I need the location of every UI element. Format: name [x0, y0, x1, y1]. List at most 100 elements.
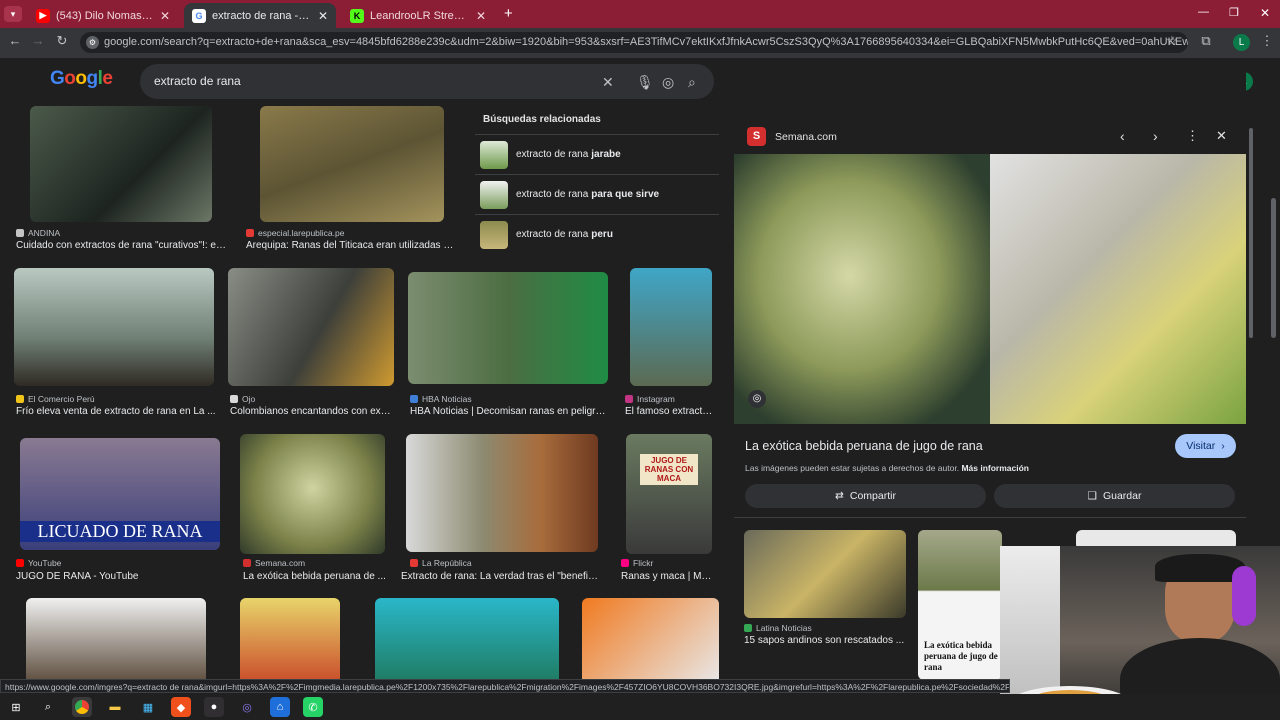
result-image-vendor[interactable] — [228, 268, 394, 386]
tab-youtube[interactable]: ▶ (543) Dilo Nomas - YouTube ✕ — [28, 3, 178, 28]
more-options-icon[interactable]: ⋮ — [1186, 128, 1199, 144]
browser-menu-icon[interactable]: ⋮ — [1257, 33, 1277, 49]
result-image-semana-frog[interactable] — [240, 434, 385, 554]
google-logo[interactable]: Google — [50, 68, 113, 90]
lens-search-icon[interactable]: ◎ — [748, 390, 766, 408]
panel-title[interactable]: La exótica bebida peruana de jugo de ran… — [745, 439, 983, 453]
tab-title: (543) Dilo Nomas - YouTube — [56, 9, 154, 22]
thumbnail-overlay-text: JUGO DE RANAS CON MACA — [640, 454, 698, 485]
file-explorer-icon[interactable]: ▬ — [105, 697, 125, 717]
related-thumbnail — [480, 220, 508, 249]
back-icon[interactable]: ← — [5, 33, 25, 48]
obs-icon[interactable]: ● — [204, 697, 224, 717]
result-image-republica[interactable] — [406, 434, 598, 552]
address-bar[interactable]: google.com/search?q=extracto+de+rana&sca… — [80, 32, 1188, 53]
search-input[interactable]: extracto de rana — [140, 64, 714, 99]
google-icon: G — [192, 8, 206, 23]
related-thumbnail — [480, 140, 508, 169]
result-image-frogs-tank[interactable] — [30, 106, 212, 222]
related-image-latina[interactable] — [744, 530, 906, 618]
save-button[interactable]: ❑ Guardar — [994, 484, 1235, 508]
result-caption[interactable]: Extracto de rana: La verdad tras el "ben… — [401, 571, 601, 582]
result-source: ANDINA — [16, 228, 60, 238]
result-source: HBA Noticias — [410, 394, 472, 404]
bookmark-star-icon[interactable]: ☆ — [1162, 33, 1182, 49]
more-info-link[interactable]: Más información — [961, 463, 1029, 473]
previous-icon[interactable]: ‹ — [1120, 128, 1125, 144]
forward-icon[interactable]: → — [28, 33, 48, 48]
result-source: El Comercio Perú — [16, 394, 95, 404]
calculator-icon[interactable]: ▦ — [138, 697, 158, 717]
brave-icon[interactable]: ◆ — [171, 697, 191, 717]
result-image-row4-2[interactable] — [240, 598, 340, 684]
site-info-icon[interactable]: ⚙ — [86, 36, 99, 49]
result-caption[interactable]: El famoso extracto... — [625, 406, 715, 417]
result-caption[interactable]: Frío eleva venta de extracto de rana en … — [16, 406, 216, 417]
share-button[interactable]: ⇄ Compartir — [745, 484, 986, 508]
result-image-flickr[interactable]: JUGO DE RANAS CON MACA — [626, 434, 712, 554]
close-icon[interactable]: ✕ — [160, 9, 170, 23]
profile-avatar[interactable]: L — [1233, 34, 1250, 51]
result-source: Instagram — [625, 394, 675, 404]
visit-button[interactable]: Visitar › — [1175, 434, 1236, 458]
windows-start-icon[interactable]: ⊞ — [6, 697, 26, 717]
app-blue-icon[interactable]: ⌂ — [270, 697, 290, 717]
related-item-para-que-sirve[interactable]: extracto de rana para que sirve — [475, 174, 719, 214]
tab-google-search[interactable]: G extracto de rana - Buscar con Google ✕ — [184, 3, 336, 28]
result-image-row4-1[interactable] — [26, 598, 206, 684]
clear-icon[interactable]: ✕ — [602, 74, 614, 91]
close-window-button[interactable]: ✕ — [1260, 6, 1270, 20]
related-thumbnail-text: La exótica bebida peruana de jugo de ran… — [924, 640, 998, 672]
result-image-row4-4[interactable] — [582, 598, 719, 684]
panel-source[interactable]: Semana.com — [775, 131, 837, 143]
result-image-row4-3[interactable] — [375, 598, 559, 684]
search-taskbar-icon[interactable]: ⌕ — [38, 697, 58, 717]
source-favicon-icon — [243, 559, 251, 567]
result-image-sign[interactable] — [408, 272, 608, 384]
new-tab-button[interactable]: + — [504, 5, 513, 22]
result-image-titicaca-frogs[interactable] — [260, 106, 444, 222]
restore-button[interactable]: ❐ — [1229, 6, 1239, 19]
minimize-button[interactable]: — — [1198, 6, 1209, 18]
related-heading: Búsquedas relacionadas — [483, 114, 601, 125]
related-item-jarabe[interactable]: extracto de rana jarabe — [475, 134, 719, 174]
search-icon[interactable]: ⌕ — [688, 74, 696, 91]
related-thumbnail — [480, 180, 508, 209]
whatsapp-icon[interactable]: ✆ — [303, 697, 323, 717]
extensions-icon[interactable]: ⧉ — [1196, 33, 1216, 49]
windows-taskbar: ⊞ ⌕ ▬ ▦ ◆ ● ◎ ⌂ ✆ — [0, 694, 1280, 720]
result-caption[interactable]: La exótica bebida peruana de ... — [243, 571, 388, 582]
result-caption[interactable]: Cuidado con extractos de rana "curativos… — [16, 240, 226, 251]
app-circle-icon[interactable]: ◎ — [237, 697, 257, 717]
result-image-aquarium[interactable] — [14, 268, 214, 386]
share-icon: ⇄ — [835, 490, 844, 502]
next-icon[interactable]: › — [1153, 128, 1158, 144]
tab-kick[interactable]: K LeandrooLR Stream - Watch Live ✕ — [342, 3, 494, 28]
preview-image[interactable]: ◎ — [734, 154, 1246, 424]
result-image-instagram-frog[interactable] — [630, 268, 712, 386]
result-caption[interactable]: Arequipa: Ranas del Titicaca eran utiliz… — [246, 240, 458, 251]
lens-icon[interactable]: ◎ — [662, 74, 674, 91]
result-caption[interactable]: Ranas y maca | Má... — [621, 571, 713, 582]
microphone-icon[interactable]: 🎙 — [636, 74, 654, 91]
close-panel-icon[interactable]: ✕ — [1216, 128, 1227, 144]
result-caption[interactable]: Colombianos encantandos con extr... — [230, 406, 392, 417]
result-caption[interactable]: JUGO DE RANA - YouTube — [16, 571, 216, 582]
tab-list-chevron-icon[interactable]: ▾ — [4, 6, 22, 22]
chrome-icon[interactable] — [72, 697, 92, 717]
result-source: Ojo — [230, 394, 255, 404]
related-image-semana[interactable]: La exótica bebida peruana de jugo de ran… — [918, 530, 1002, 680]
status-url: https://www.google.com/imgres?q=extracto… — [5, 682, 1010, 692]
close-icon[interactable]: ✕ — [476, 9, 486, 23]
reload-icon[interactable]: ↻ — [52, 33, 72, 49]
result-source: La República — [410, 558, 472, 568]
scrollbar[interactable] — [1271, 198, 1276, 338]
result-image-licuado[interactable]: LICUADO DE RANA — [20, 438, 220, 550]
close-icon[interactable]: ✕ — [318, 9, 328, 23]
result-caption[interactable]: HBA Noticias | Decomisan ranas en peligr… — [410, 406, 610, 417]
panel-scrollbar[interactable] — [1249, 128, 1253, 338]
related-item-peru[interactable]: extracto de rana peru — [475, 214, 719, 254]
related-source: Latina Noticias — [744, 623, 812, 633]
tab-title: LeandrooLR Stream - Watch Live — [370, 9, 470, 22]
related-caption[interactable]: 15 sapos andinos son rescatados ... — [744, 635, 908, 646]
